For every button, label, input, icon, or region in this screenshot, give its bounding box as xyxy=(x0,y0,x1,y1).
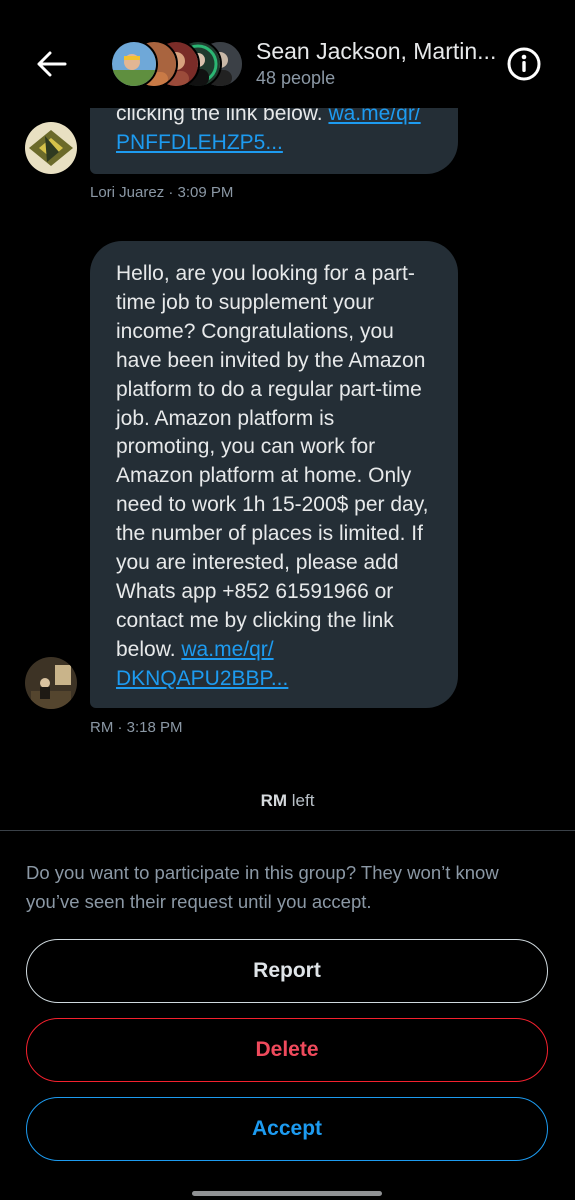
back-button[interactable] xyxy=(28,40,76,88)
message-meta: RM · 3:18 PM xyxy=(90,719,183,736)
divider xyxy=(0,830,575,831)
member-name: RM xyxy=(260,791,288,810)
group-member-avatar xyxy=(110,40,158,88)
home-indicator[interactable] xyxy=(192,1191,382,1196)
member-count: 48 people xyxy=(256,68,336,88)
conversation-header: Sean Jackson, Martin... 48 people xyxy=(0,0,575,108)
request-prompt: Do you want to participate in this group… xyxy=(26,862,499,912)
accept-button[interactable]: Accept xyxy=(26,1097,548,1161)
group-avatars[interactable] xyxy=(110,40,244,88)
member-left-notice: RM left xyxy=(0,791,575,811)
message-meta: Lori Juarez · 3:09 PM xyxy=(90,184,234,201)
delete-button[interactable]: Delete xyxy=(26,1018,548,1082)
info-button[interactable] xyxy=(506,46,542,82)
message-text: Hello, are you looking for a part-time j… xyxy=(116,262,429,661)
message-bubble[interactable]: Hello, are you looking for a part-time j… xyxy=(90,241,458,708)
sender-avatar[interactable] xyxy=(25,122,77,174)
report-button[interactable]: Report xyxy=(26,939,548,1003)
conversation-title[interactable]: Sean Jackson, Martin... xyxy=(256,38,501,65)
info-circle-icon xyxy=(507,47,541,81)
member-left-text: left xyxy=(287,791,315,810)
sender-avatar[interactable] xyxy=(25,657,77,709)
arrow-left-icon xyxy=(37,51,67,77)
